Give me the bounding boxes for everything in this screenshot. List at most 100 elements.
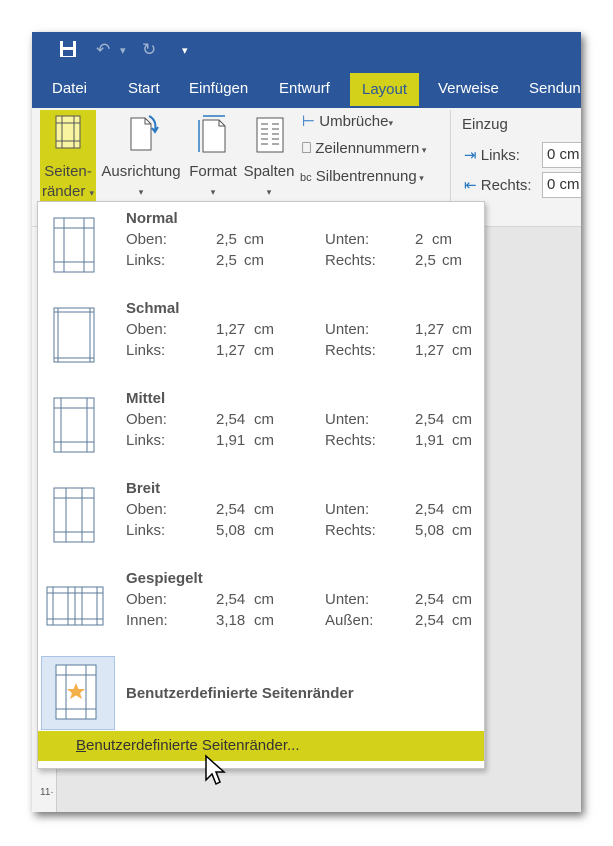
margin-name: Breit [126,480,161,497]
unit: cm [254,321,274,338]
margin-option-custom[interactable]: Benutzerdefinierte Seitenränder [38,655,484,731]
save-icon[interactable] [59,40,77,63]
indent-left-row: ⇥ Links: [464,146,520,164]
spalten-button[interactable]: Spalten ▾ [242,114,296,202]
value-oben: 2,54 [216,501,246,518]
chevron-down-icon: ▾ [89,188,95,198]
zeilennummern-label: Zeilennummern [315,140,420,157]
unit: cm [452,342,472,359]
label-rechts: Rechts: [325,432,376,449]
indent-left-input[interactable]: 0 cm [542,142,581,168]
tab-datei[interactable]: Datei [52,70,88,108]
chevron-down-icon: ▾ [419,145,427,155]
seitenraender-label-2: ränder [41,183,86,200]
value-oben: 2,54 [216,411,246,428]
ribbon-tabs: Datei Start Einfügen Entwurf Layout Verw… [32,70,581,108]
label-aussen: Außen: [325,612,374,629]
umbrueche-button[interactable]: ⊢ Umbrüche▾ [302,112,393,130]
margin-option-schmal[interactable]: Schmal Oben: 1,27 cm Unten: 1,27 cm Link… [38,292,484,382]
unit: cm [244,231,264,248]
undo-dropdown-icon[interactable]: ▾ [120,44,126,57]
margin-option-mittel[interactable]: Mittel Oben: 2,54 cm Unten: 2,54 cm Link… [38,382,484,472]
label-oben: Oben: [126,321,167,338]
margin-gespiegelt-icon [46,586,104,626]
label-oben: Oben: [126,591,167,608]
zeilennummern-button[interactable]: ⎕ Zeilennummern ▾ [302,140,426,157]
seitenraender-button[interactable]: Seiten- ränder ▾ [36,114,100,203]
value-rechts: 2,5 [415,252,436,269]
label-unten: Unten: [325,591,370,608]
margin-name: Mittel [126,390,166,407]
custom-margin-name: Benutzerdefinierte Seitenränder [126,685,354,702]
redo-icon[interactable]: ↻ [142,40,156,60]
value-oben: 1,27 [216,321,246,338]
value-oben: 2,5 [216,231,237,248]
value-unten: 2 [415,231,424,248]
margins-dropdown: Normal Oben: 2,5 cm Unten: 2 cm Links: 2… [37,201,485,769]
tab-sendungen[interactable]: Sendun [529,70,581,108]
line-numbers-icon: ⎕ [302,140,312,157]
format-button[interactable]: Format ▾ [184,114,242,202]
chevron-down-icon: ▾ [416,173,424,183]
value-rechts: 5,08 [415,522,445,539]
value-rechts: 1,27 [415,342,445,359]
label-links: Links: [126,252,166,269]
margin-option-gespiegelt[interactable]: Gespiegelt Oben: 2,54 cm Unten: 2,54 cm … [38,562,484,652]
page-size-icon [198,115,226,153]
seitenraender-label-1: Seiten- [44,163,92,180]
tab-layout[interactable]: Layout [350,73,420,106]
custom-margins-star-icon [55,664,97,720]
value-unten: 2,54 [415,411,445,428]
tab-verweise[interactable]: Verweise [438,70,499,108]
label-unten: Unten: [325,501,370,518]
unit: cm [244,252,264,269]
value-oben: 2,54 [216,591,246,608]
customize-toolbar-icon[interactable]: ▾ [182,44,188,57]
value-unten: 2,54 [415,501,445,518]
margin-option-breit[interactable]: Breit Oben: 2,54 cm Unten: 2,54 cm Links… [38,472,484,562]
unit: cm [254,522,274,539]
unit: cm [254,612,274,629]
label-links: Links: [126,522,166,539]
custom-margins-command[interactable]: Benutzerdefinierte Seitenränder... [38,731,484,761]
label-rechts: Rechts: [325,522,376,539]
label-innen: Innen: [126,612,168,629]
indent-right-input[interactable]: 0 cm [542,172,581,198]
ausrichtung-label: Ausrichtung [101,163,181,180]
label-oben: Oben: [126,231,167,248]
label-links: Links: [126,342,166,359]
label-oben: Oben: [126,501,167,518]
margin-schmal-icon [53,307,95,363]
tab-entwurf[interactable]: Entwurf [279,70,330,108]
ruler-marks: 11· [40,787,54,798]
margin-name: Normal [126,210,178,227]
margin-row-side: Links: 2,5 cm Rechts: 2,5 cm [126,252,486,272]
chevron-down-icon: ▾ [388,118,393,128]
unit: cm [452,321,472,338]
ausrichtung-button[interactable]: Ausrichtung ▾ [98,114,184,202]
hyphenation-icon: bc [300,172,312,184]
label-unten: Unten: [325,321,370,338]
margin-name: Schmal [126,300,180,317]
indent-right-icon: ⇤ [464,177,477,194]
orientation-icon [130,115,159,151]
margin-option-normal[interactable]: Normal Oben: 2,5 cm Unten: 2 cm Links: 2… [38,202,484,292]
tab-start[interactable]: Start [128,70,160,108]
margin-row-side: Links: 5,08 cm Rechts: 5,08 cm [126,522,486,542]
tab-einfuegen[interactable]: Einfügen [189,70,248,108]
title-bar: ↶ ▾ ↻ ▾ [32,32,581,70]
indent-left-label: Links: [480,147,520,164]
undo-icon[interactable]: ↶ [96,40,110,60]
unit: cm [442,252,462,269]
margin-row-top: Oben: 2,54 cm Unten: 2,54 cm [126,501,486,521]
label-unten: Unten: [325,231,370,248]
margin-normal-icon [53,217,95,273]
columns-icon [256,117,284,153]
unit: cm [432,231,452,248]
label-oben: Oben: [126,411,167,428]
value-links: 5,08 [216,522,246,539]
margin-mittel-icon [53,397,95,453]
silbentrennung-button[interactable]: bc Silbentrennung ▾ [300,168,424,185]
breaks-icon: ⊢ [302,113,316,130]
margin-name: Gespiegelt [126,570,203,587]
